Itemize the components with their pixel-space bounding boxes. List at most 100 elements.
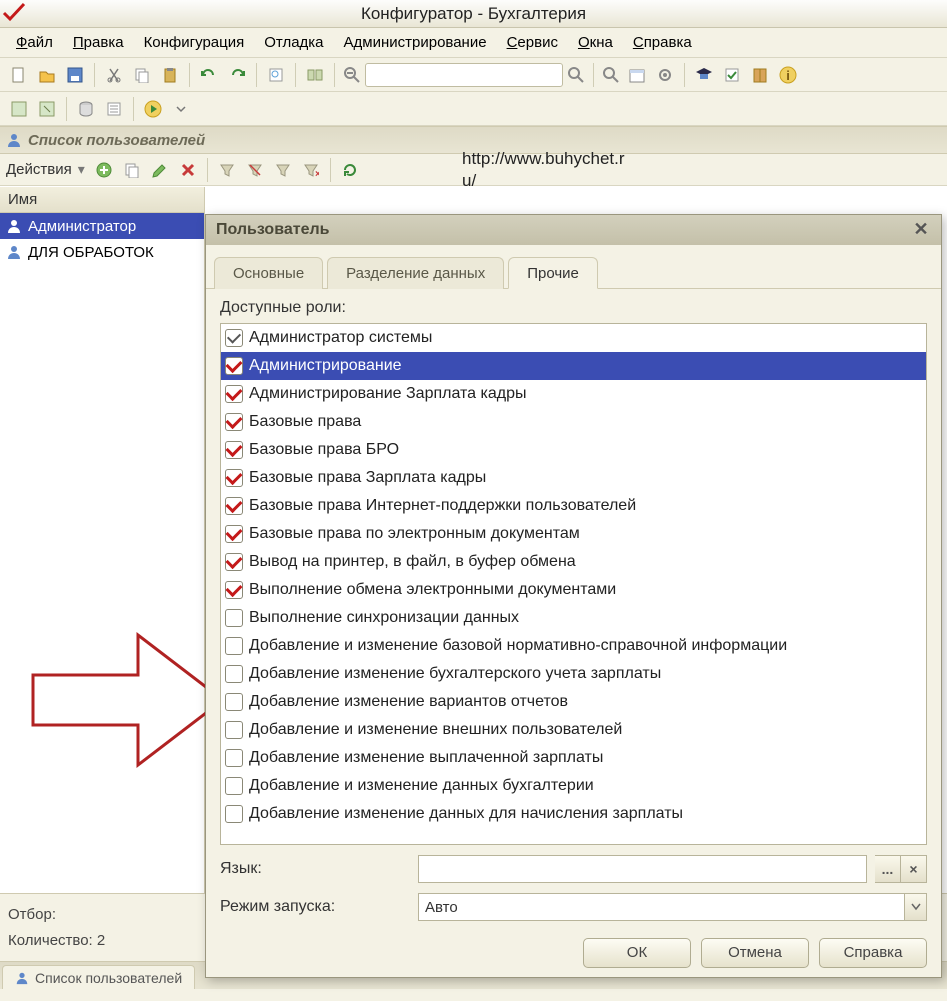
role-item[interactable]: Добавление и изменение внешних пользоват… (221, 716, 926, 744)
menu-service[interactable]: Сервис (499, 30, 566, 55)
copy-user-icon[interactable] (119, 157, 145, 183)
actions-label[interactable]: Действия (6, 161, 72, 178)
roles-scroll[interactable]: Администратор системы Администрирование … (221, 324, 926, 844)
role-item[interactable]: Базовые права Интернет-поддержки пользов… (221, 492, 926, 520)
cancel-button[interactable]: Отмена (701, 938, 809, 968)
syntax-check-icon[interactable] (719, 62, 745, 88)
role-item[interactable]: Базовые права (221, 408, 926, 436)
checkbox-checked-icon[interactable] (225, 385, 243, 403)
checkbox-checked-icon[interactable] (225, 441, 243, 459)
menu-file[interactable]: Файл (8, 30, 61, 55)
checkbox-unchecked-icon[interactable] (225, 693, 243, 711)
settings-icon[interactable] (652, 62, 678, 88)
save-icon[interactable] (62, 62, 88, 88)
checkbox-checked-icon[interactable] (225, 525, 243, 543)
undo-icon[interactable] (196, 62, 222, 88)
dialog-titlebar[interactable]: Пользователь ✕ (206, 215, 941, 245)
user-row[interactable]: Администратор (0, 213, 204, 239)
filter-settings-icon[interactable] (270, 157, 296, 183)
menu-admin[interactable]: Администрирование (336, 30, 495, 55)
role-item[interactable]: Выполнение синхронизации данных (221, 604, 926, 632)
close-icon[interactable]: ✕ (911, 220, 931, 240)
toggle-panel-icon[interactable] (302, 62, 328, 88)
checkbox-unchecked-icon[interactable] (225, 609, 243, 627)
user-row[interactable]: ДЛЯ ОБРАБОТОК (0, 239, 204, 265)
filter-clear-icon[interactable]: × (298, 157, 324, 183)
select-button[interactable]: ... (875, 855, 901, 883)
role-item[interactable]: Базовые права по электронным документам (221, 520, 926, 548)
checkbox-checked-icon[interactable] (225, 469, 243, 487)
ok-button[interactable]: ОК (583, 938, 691, 968)
actions-dropdown-icon[interactable]: ▾ (78, 161, 85, 178)
filter-off-icon[interactable] (242, 157, 268, 183)
search-input[interactable] (365, 63, 563, 87)
find-icon[interactable] (263, 62, 289, 88)
help-button[interactable]: Справка (819, 938, 927, 968)
run-icon[interactable] (140, 96, 166, 122)
bottom-tab-users[interactable]: Список пользователей (2, 965, 195, 989)
checkbox-checked-icon[interactable] (225, 329, 243, 347)
cut-icon[interactable] (101, 62, 127, 88)
tab-main[interactable]: Основные (214, 257, 323, 289)
role-item[interactable]: Администрирование (221, 352, 926, 380)
open-icon[interactable] (34, 62, 60, 88)
tree-collapse-icon[interactable] (6, 96, 32, 122)
role-item[interactable]: Добавление и изменение данных бухгалтери… (221, 772, 926, 800)
zoom-out-icon[interactable] (341, 64, 363, 86)
checkbox-checked-icon[interactable] (225, 413, 243, 431)
menu-config[interactable]: Конфигурация (136, 30, 253, 55)
role-item[interactable]: Добавление изменение данных для начислен… (221, 800, 926, 828)
role-item[interactable]: Выполнение обмена электронными документа… (221, 576, 926, 604)
edit-icon[interactable] (147, 157, 173, 183)
redo-icon[interactable] (224, 62, 250, 88)
db-icon[interactable] (73, 96, 99, 122)
column-header-name[interactable]: Имя (0, 187, 204, 213)
checkbox-checked-icon[interactable] (225, 357, 243, 375)
role-item[interactable]: Базовые права Зарплата кадры (221, 464, 926, 492)
graduate-icon[interactable] (691, 62, 717, 88)
checkbox-checked-icon[interactable] (225, 581, 243, 599)
checkbox-unchecked-icon[interactable] (225, 805, 243, 823)
role-item[interactable]: Добавление изменение бухгалтерского учет… (221, 660, 926, 688)
search-go-icon[interactable] (565, 64, 587, 86)
role-item[interactable]: Базовые права БРО (221, 436, 926, 464)
info-icon[interactable]: i (775, 62, 801, 88)
copy-icon[interactable] (129, 62, 155, 88)
tree-expand-icon[interactable] (34, 96, 60, 122)
calendar-icon[interactable] (624, 62, 650, 88)
checkbox-checked-icon[interactable] (225, 497, 243, 515)
tab-other[interactable]: Прочие (508, 257, 598, 289)
filter-icon[interactable] (214, 157, 240, 183)
checkbox-unchecked-icon[interactable] (225, 749, 243, 767)
menu-debug[interactable]: Отладка (256, 30, 331, 55)
role-item[interactable]: Добавление и изменение базовой нормативн… (221, 632, 926, 660)
new-doc-icon[interactable] (6, 62, 32, 88)
person-icon (6, 218, 22, 234)
checkbox-checked-icon[interactable] (225, 553, 243, 571)
role-item[interactable]: Администрирование Зарплата кадры (221, 380, 926, 408)
book-icon[interactable] (747, 62, 773, 88)
tab-split[interactable]: Разделение данных (327, 257, 504, 289)
dropdown-arrow-icon[interactable] (904, 894, 926, 920)
paste-icon[interactable] (157, 62, 183, 88)
clear-button[interactable]: × (901, 855, 927, 883)
add-icon[interactable] (91, 157, 117, 183)
refresh-icon[interactable] (337, 157, 363, 183)
checkbox-unchecked-icon[interactable] (225, 637, 243, 655)
zoom-icon[interactable] (600, 64, 622, 86)
checkbox-unchecked-icon[interactable] (225, 721, 243, 739)
run-dropdown-icon[interactable] (168, 96, 194, 122)
checkbox-unchecked-icon[interactable] (225, 777, 243, 795)
properties-icon[interactable] (101, 96, 127, 122)
role-item[interactable]: Вывод на принтер, в файл, в буфер обмена (221, 548, 926, 576)
menu-help[interactable]: Справка (625, 30, 700, 55)
role-item[interactable]: Добавление изменение вариантов отчетов (221, 688, 926, 716)
menu-windows[interactable]: Окна (570, 30, 621, 55)
menu-edit[interactable]: Правка (65, 30, 132, 55)
role-item[interactable]: Добавление изменение выплаченной зарплат… (221, 744, 926, 772)
lang-input[interactable] (418, 855, 867, 883)
launch-dropdown[interactable]: Авто (418, 893, 927, 921)
delete-icon[interactable] (175, 157, 201, 183)
checkbox-unchecked-icon[interactable] (225, 665, 243, 683)
role-item[interactable]: Администратор системы (221, 324, 926, 352)
